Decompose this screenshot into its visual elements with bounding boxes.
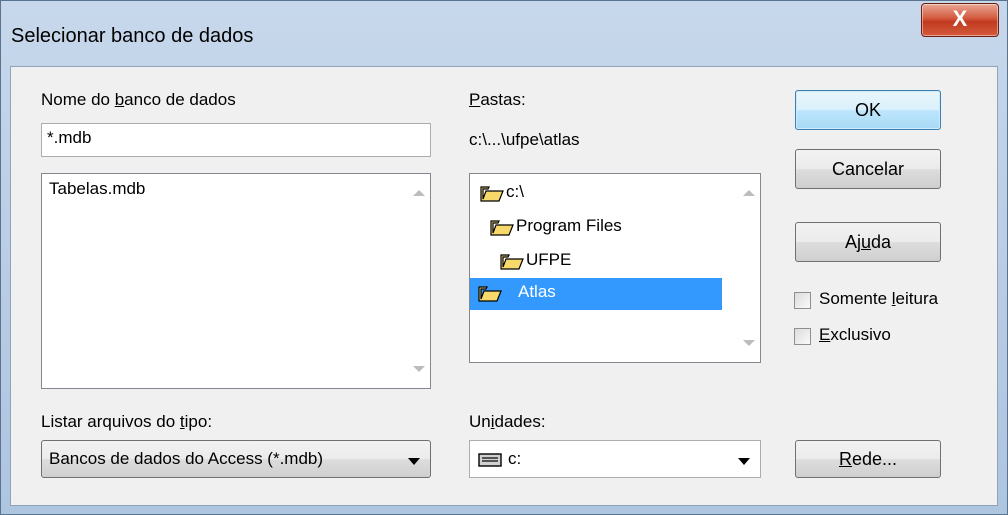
folder-open-icon [478, 286, 502, 302]
drives-select[interactable]: c: [469, 440, 761, 478]
drives-label: Unidades: [469, 412, 546, 431]
file-type-select[interactable]: Bancos de dados do Access (*.mdb) [41, 440, 431, 478]
checkbox-box[interactable] [794, 328, 811, 345]
folder-name: Atlas [518, 282, 556, 301]
folder-open-icon [480, 186, 504, 202]
database-name-label: Nome do banco de dados [41, 90, 236, 109]
folder-tree[interactable]: c:\ Program Files UFPE Atlas [469, 173, 761, 363]
folder-item-c[interactable]: c:\ [476, 178, 734, 208]
current-path: c:\...\ufpe\atlas [469, 130, 580, 149]
folder-name: c:\ [506, 182, 524, 201]
list-item[interactable]: Tabelas.mdb [49, 179, 145, 199]
folder-item-ufpe[interactable]: UFPE [496, 246, 734, 276]
scroll-up-icon[interactable] [413, 190, 425, 196]
chevron-down-icon [408, 458, 420, 465]
folders-label: Pastas: [469, 90, 526, 109]
checkbox-box[interactable] [794, 292, 811, 309]
help-button[interactable]: Ajuda [795, 222, 941, 262]
file-list-scrollbar[interactable] [408, 174, 430, 388]
chevron-down-icon [738, 458, 750, 465]
drive-icon [478, 453, 502, 467]
file-type-value: Bancos de dados do Access (*.mdb) [49, 449, 324, 468]
dialog-title: Selecionar banco de dados [11, 25, 254, 47]
database-name-input[interactable]: *.mdb [41, 123, 431, 157]
dialog-window: Selecionar banco de dados X Nome do banc… [0, 0, 1008, 515]
read-only-checkbox[interactable]: Somente leitura [794, 289, 994, 313]
ok-button[interactable]: OK [795, 90, 941, 130]
read-only-label: Somente leitura [819, 289, 939, 308]
folder-open-icon [490, 220, 514, 236]
network-button[interactable]: Rede... [795, 440, 941, 478]
folder-tree-scrollbar[interactable] [738, 174, 760, 362]
file-listbox[interactable]: Tabelas.mdb [41, 173, 431, 389]
scroll-down-icon[interactable] [413, 366, 425, 372]
folder-name: UFPE [526, 250, 572, 269]
exclusive-checkbox[interactable]: Exclusivo [794, 325, 994, 349]
cancel-button[interactable]: Cancelar [795, 149, 941, 189]
folder-open-icon [500, 254, 524, 270]
drives-value: c: [508, 449, 522, 468]
dialog-client-area: Nome do banco de dados *.mdb Tabelas.mdb… [10, 66, 998, 506]
folder-name: Program Files [516, 216, 622, 235]
file-type-label: Listar arquivos do tipo: [41, 412, 213, 431]
close-button[interactable]: X [921, 3, 999, 37]
scroll-down-icon[interactable] [743, 340, 755, 346]
scroll-up-icon[interactable] [743, 190, 755, 196]
folder-item-atlas[interactable]: Atlas [470, 278, 722, 310]
close-icon: X [952, 6, 968, 31]
folder-item-program-files[interactable]: Program Files [486, 212, 734, 242]
exclusive-label: Exclusivo [819, 325, 891, 344]
